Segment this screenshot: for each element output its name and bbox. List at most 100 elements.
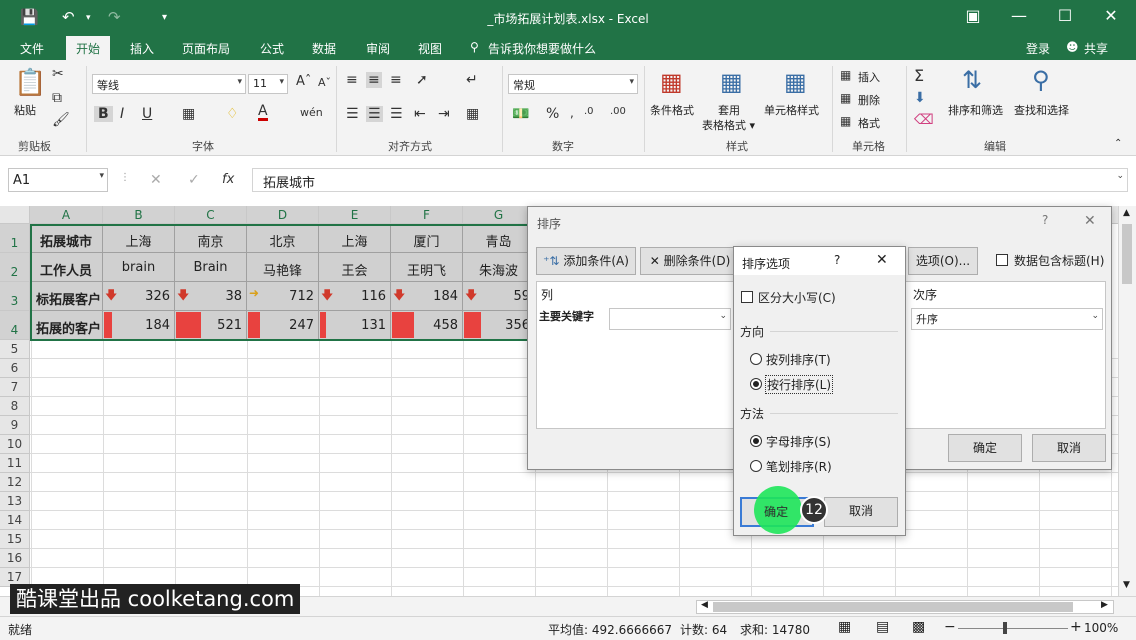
border-icon[interactable]: ▦ [182,106,195,122]
orientation-icon[interactable]: ➚ [416,72,428,88]
column-header-f[interactable]: F [391,206,463,224]
sort-by-column-radio[interactable] [750,353,762,365]
cell-d1[interactable]: 北京 [247,224,319,253]
row-header-2[interactable]: 2 [0,253,30,282]
cell-f2[interactable]: 王明飞 [391,253,463,282]
shrink-font-icon[interactable]: Aˇ [318,76,331,89]
cut-icon[interactable]: ✂ [52,66,64,82]
row-header-9[interactable]: 9 [0,416,30,435]
sort-filter-icon[interactable]: ⇅ [962,66,982,94]
maximize-icon[interactable]: ☐ [1050,6,1080,25]
delete-cells-button[interactable]: 删除 [858,92,880,108]
cell-f3[interactable]: 🡇 184 [391,282,463,311]
stroke-sort-radio[interactable] [750,460,762,472]
decrease-decimal-icon[interactable]: .00 [610,106,626,117]
tab-insert[interactable]: 插入 [130,40,154,57]
row-header-1[interactable]: 1 [0,224,30,253]
cell-style-button[interactable]: 单元格样式 [764,102,819,118]
cell-d2[interactable]: 马艳锋 [247,253,319,282]
find-select-icon[interactable]: ⚲ [1032,66,1050,94]
phonetic-icon[interactable]: wén [300,106,323,119]
bold-icon[interactable]: B [94,106,113,122]
collapse-ribbon-icon[interactable]: ⌃ [1114,138,1122,149]
cell-b2[interactable]: brain [103,253,175,282]
cell-c4[interactable]: 521 [175,311,247,340]
tab-view[interactable]: 视图 [418,40,442,57]
row-header-5[interactable]: 5 [0,340,30,359]
scroll-up-icon[interactable]: ▲ [1123,208,1130,218]
format-as-table-icon[interactable]: ▦ [720,68,743,96]
tab-review[interactable]: 审阅 [366,40,390,57]
cell-f4[interactable]: 458 [391,311,463,340]
sort-filter-button[interactable]: 排序和筛选 [948,102,1003,118]
cell-b1[interactable]: 上海 [103,224,175,253]
delete-cells-icon[interactable]: ▦ [840,91,851,105]
conditional-format-button[interactable]: 条件格式 [650,102,694,118]
case-sensitive-checkbox[interactable] [741,291,753,303]
sort-help-icon[interactable]: ? [1042,213,1048,227]
name-box[interactable]: A1 ▾ [8,168,108,192]
cell-g2[interactable]: 朱海波 [463,253,535,282]
format-as-table-button[interactable]: 套用 [718,102,740,118]
font-name-select[interactable]: 等线 ▾ [92,74,246,94]
column-header-a[interactable]: A [30,206,103,224]
row-header-12[interactable]: 12 [0,473,30,492]
tab-formulas[interactable]: 公式 [260,40,284,57]
share-button[interactable]: 共享 [1084,40,1108,57]
tab-home[interactable]: 开始 [66,36,111,60]
normal-view-icon[interactable]: ▦ [838,619,851,635]
cell-g4[interactable]: 356 [463,311,535,340]
fill-icon[interactable]: ⬇ [914,90,926,106]
align-top-icon[interactable]: ≡ [346,72,358,88]
zoom-slider[interactable] [958,628,1068,629]
column-header-g[interactable]: G [463,206,535,224]
cell-e4[interactable]: 131 [319,311,391,340]
clear-icon[interactable]: ⌫ [914,112,934,128]
header-checkbox[interactable] [996,254,1008,266]
row-header-4[interactable]: 4 [0,311,30,340]
page-layout-icon[interactable]: ▤ [876,619,889,635]
autosum-icon[interactable]: Σ [914,66,924,85]
vertical-scrollbar[interactable]: ▲ ▼ [1118,206,1136,596]
align-left-icon[interactable]: ☰ [346,106,359,122]
cell-a3[interactable]: 标拓展客户 [30,282,103,311]
zoom-level[interactable]: 100% [1084,621,1118,635]
scroll-thumb[interactable] [713,602,1073,612]
row-header-10[interactable]: 10 [0,435,30,454]
column-header-c[interactable]: C [175,206,247,224]
tab-data[interactable]: 数据 [312,40,336,57]
alphabetic-sort-radio[interactable] [750,435,762,447]
cell-a4[interactable]: 拓展的客户 [30,311,103,340]
ribbon-display-icon[interactable]: ▣ [958,6,988,25]
formula-input[interactable]: 拓展城市 ⌄ [252,168,1128,192]
cell-d4[interactable]: 247 [247,311,319,340]
grow-font-icon[interactable]: Aˆ [296,74,311,89]
row-header-6[interactable]: 6 [0,359,30,378]
order-select[interactable]: 升序 ⌄ [911,308,1103,330]
tab-file[interactable]: 文件 [20,40,44,57]
zoom-out-icon[interactable]: − [944,619,956,635]
cell-b4[interactable]: 184 [103,311,175,340]
conditional-format-icon[interactable]: ▦ [660,68,683,96]
underline-icon[interactable]: U [142,106,152,122]
find-select-button[interactable]: 查找和选择 [1014,102,1069,118]
cell-e1[interactable]: 上海 [319,224,391,253]
align-right-icon[interactable]: ☰ [390,106,403,122]
page-break-icon[interactable]: ▩ [912,619,925,635]
add-condition-button[interactable]: ⁺⇅ 添加条件(A) [536,247,636,275]
sort-cancel-button[interactable]: 取消 [1032,434,1106,462]
insert-function-icon[interactable]: fx [222,172,234,187]
options-button[interactable]: 选项(O)... [908,247,978,275]
italic-icon[interactable]: I [120,106,124,122]
format-cells-icon[interactable]: ▦ [840,114,851,128]
cell-c3[interactable]: 🡇 38 [175,282,247,311]
primary-key-select[interactable]: ⌄ [609,308,731,330]
row-header-7[interactable]: 7 [0,378,30,397]
cell-c2[interactable]: Brain [175,253,247,282]
copy-icon[interactable]: ⧉ [52,90,62,106]
cell-a1[interactable]: 拓展城市 [30,224,103,253]
row-header-16[interactable]: 16 [0,549,30,568]
minimize-icon[interactable]: — [1004,6,1034,25]
font-color-icon[interactable]: A [258,104,268,121]
row-header-13[interactable]: 13 [0,492,30,511]
